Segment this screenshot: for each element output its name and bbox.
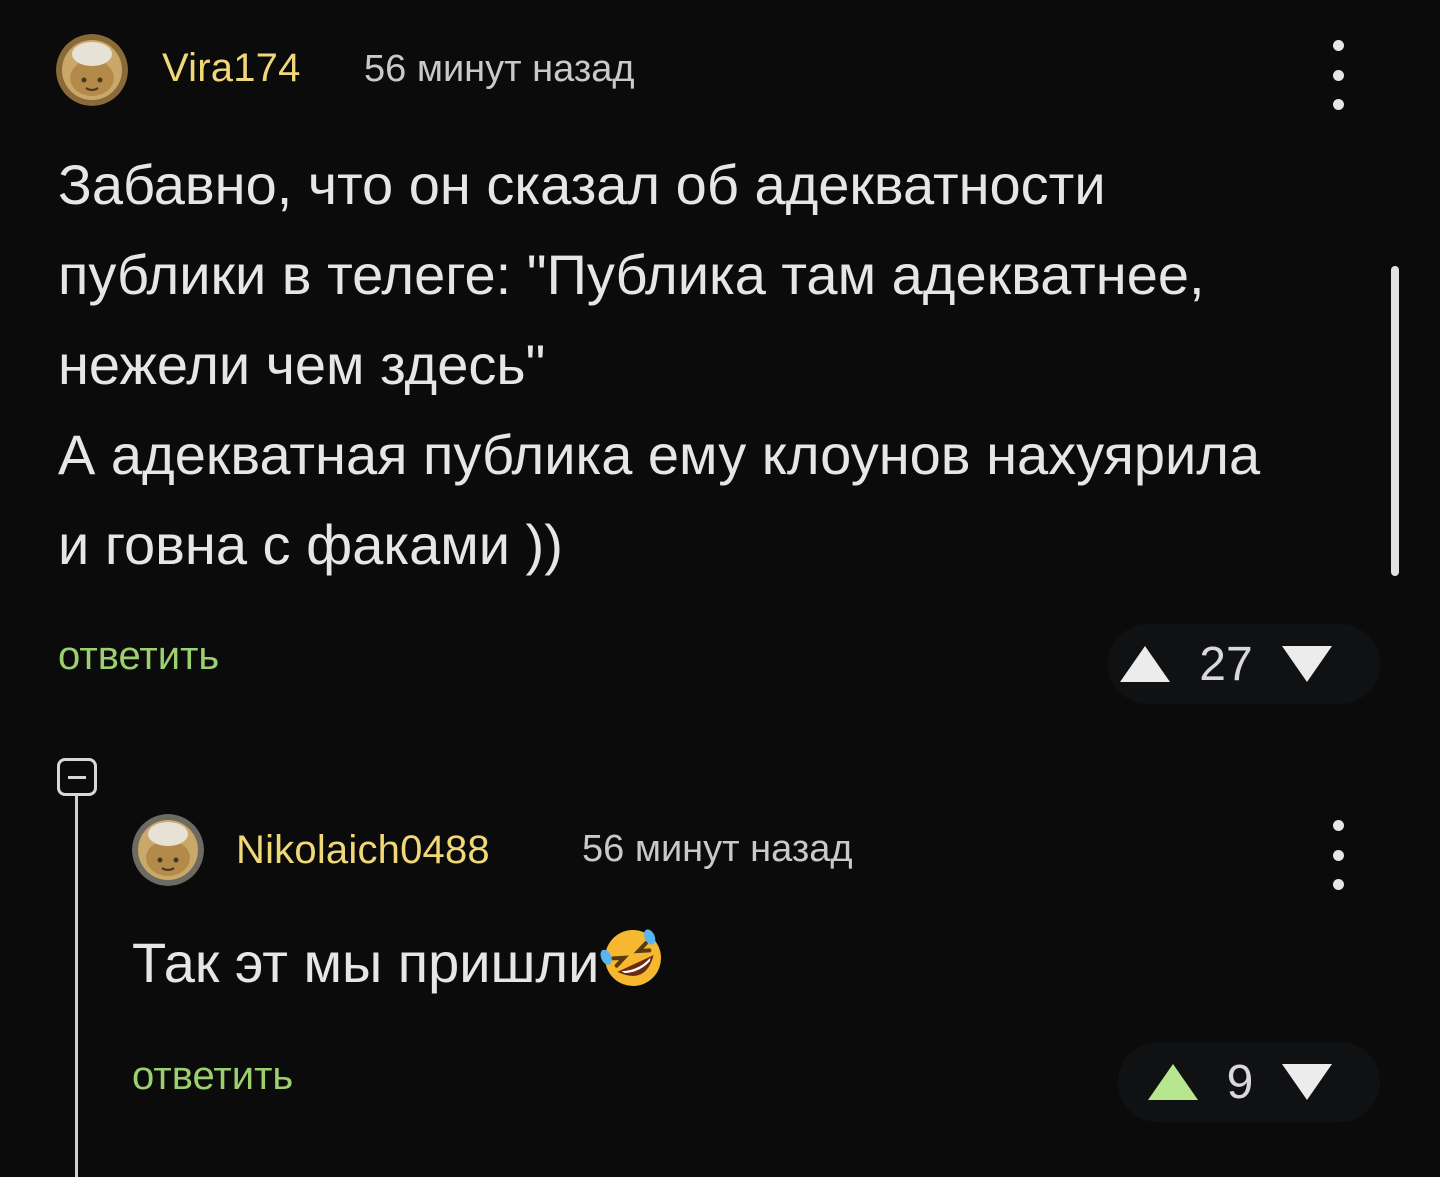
- downvote-icon[interactable]: [1280, 1062, 1334, 1102]
- scrollbar[interactable]: [1391, 266, 1399, 576]
- comment-line: А адекватная публика ему клоунов нахуяри…: [58, 423, 1261, 486]
- comment-body: Так эт мы пришли: [132, 918, 667, 1008]
- cook-hat-avatar-icon: [56, 34, 128, 106]
- comment-line: и говна с факами )): [58, 513, 563, 576]
- rating-count: 9: [1226, 1055, 1254, 1109]
- comment-author[interactable]: Vira174: [162, 46, 301, 91]
- comment-menu-button[interactable]: [1318, 40, 1358, 110]
- comment-line: нежели чем здесь": [58, 333, 546, 396]
- upvote-icon[interactable]: [1118, 644, 1172, 684]
- comment-line: Так эт мы пришли: [132, 931, 600, 994]
- comment-body: Забавно, что он сказал об адекватности п…: [58, 140, 1260, 590]
- thread-line[interactable]: [75, 796, 78, 1177]
- cook-hat-avatar-icon: [132, 814, 204, 886]
- comment-timestamp: 56 минут назад: [364, 48, 635, 90]
- avatar[interactable]: [132, 814, 204, 886]
- collapse-thread-button[interactable]: [57, 758, 97, 796]
- rating-control: 27: [1108, 624, 1380, 704]
- rofl-emoji-icon: [599, 924, 667, 992]
- downvote-icon[interactable]: [1280, 644, 1334, 684]
- upvote-icon[interactable]: [1146, 1062, 1200, 1102]
- minus-box-icon: [68, 775, 86, 779]
- comment-timestamp: 56 минут назад: [582, 828, 853, 870]
- comment-line: публики в телеге: "Публика там адекватне…: [58, 243, 1205, 306]
- reply-button[interactable]: ответить: [132, 1054, 293, 1099]
- avatar[interactable]: [56, 34, 128, 106]
- reply-button[interactable]: ответить: [58, 634, 219, 679]
- comment-author[interactable]: Nikolaich0488: [236, 828, 490, 873]
- comment-menu-button[interactable]: [1318, 820, 1358, 890]
- rating-control: 9: [1118, 1042, 1380, 1122]
- comment-line: Забавно, что он сказал об адекватности: [58, 153, 1106, 216]
- rating-count: 27: [1199, 637, 1253, 691]
